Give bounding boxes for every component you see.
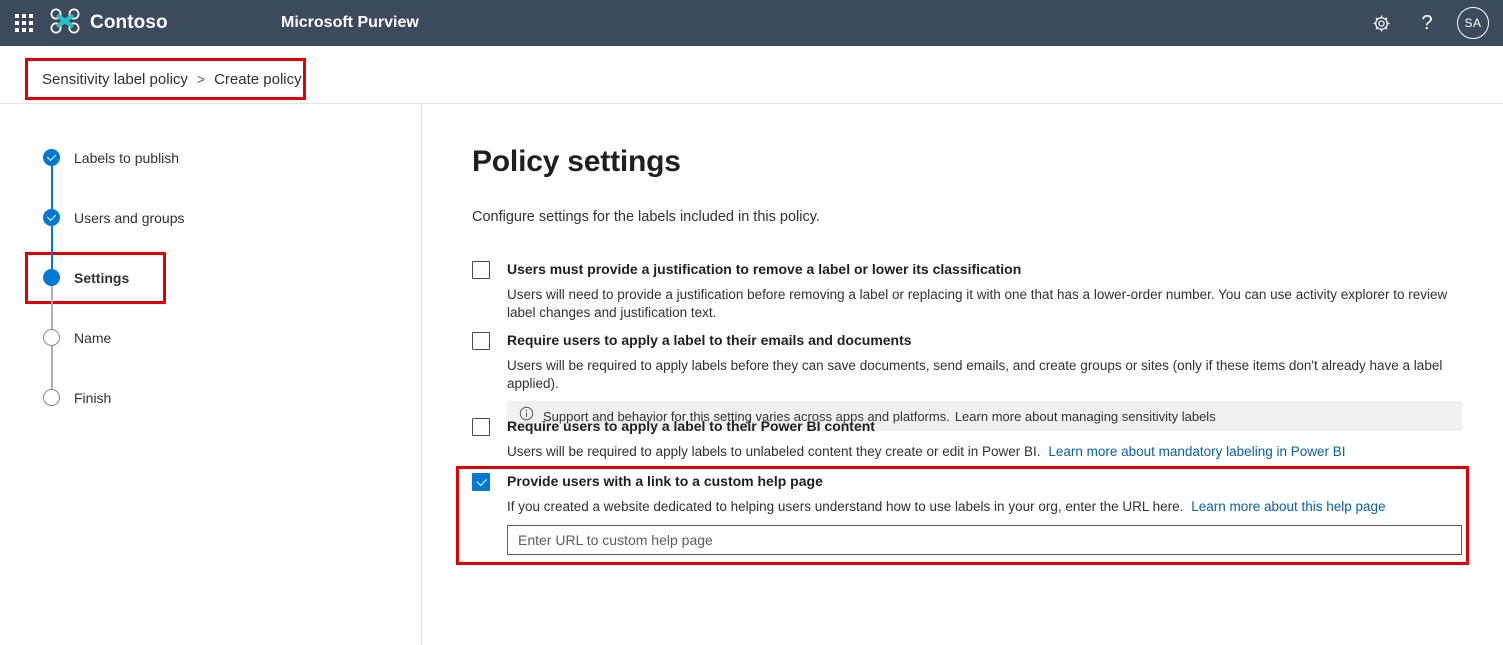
page-title: Policy settings <box>472 145 681 179</box>
setting-require-label-emails-docs: Require users to apply a label to their … <box>472 331 1472 431</box>
breadcrumb-highlight-box: Sensitivity label policy > Create policy <box>25 58 306 100</box>
setting-header: Require users to apply a label to their … <box>472 417 1472 436</box>
sidebar-item-label: Name <box>74 330 111 346</box>
sidebar-item-label: Settings <box>74 270 129 286</box>
setting-require-label-powerbi: Require users to apply a label to their … <box>472 417 1472 461</box>
breadcrumb-row: Sensitivity label policy > Create policy <box>0 46 1503 104</box>
suite-title: Microsoft Purview <box>281 14 419 32</box>
step-status-done-icon <box>43 149 60 166</box>
sidebar-item-users-and-groups[interactable]: Users and groups <box>43 209 185 226</box>
powerbi-learn-more-link[interactable]: Learn more about mandatory labeling in P… <box>1048 444 1345 459</box>
setting-justification: Users must provide a justification to re… <box>472 260 1472 321</box>
checkbox-require-label-emails-docs[interactable] <box>472 332 490 350</box>
sidebar-item-labels-to-publish[interactable]: Labels to publish <box>43 149 179 166</box>
sidebar-item-label: Labels to publish <box>74 150 179 166</box>
checkbox-require-label-powerbi[interactable] <box>472 418 490 436</box>
breadcrumb-item-create-policy: Create policy <box>214 71 302 88</box>
step-status-current-icon <box>43 269 60 286</box>
main-content: Policy settings Configure settings for t… <box>422 105 1503 645</box>
step-status-pending-icon <box>43 329 60 346</box>
setting-header: Provide users with a link to a custom he… <box>472 472 1472 491</box>
suite-bar-actions: ? SA <box>1361 0 1503 46</box>
sidebar-item-label: Users and groups <box>74 210 185 226</box>
suite-bar: Contoso Microsoft Purview ? SA <box>0 0 1503 46</box>
sidebar-item-finish[interactable]: Finish <box>43 389 111 406</box>
help-question-icon[interactable]: ? <box>1407 3 1447 43</box>
page-subtitle: Configure settings for the labels includ… <box>472 209 820 225</box>
setting-description: If you created a website dedicated to he… <box>507 498 1472 516</box>
setting-description: Users will need to provide a justificati… <box>507 286 1472 321</box>
setting-custom-help-page: Provide users with a link to a custom he… <box>472 472 1472 555</box>
contoso-drone-logo-icon <box>50 8 80 39</box>
step-status-done-icon <box>43 209 60 226</box>
wizard-step-nav: Labels to publish Users and groups Setti… <box>0 105 422 645</box>
sidebar-item-label: Finish <box>74 390 111 406</box>
setting-title: Require users to apply a label to their … <box>507 331 912 349</box>
settings-gear-icon[interactable] <box>1361 3 1401 43</box>
setting-title: Users must provide a justification to re… <box>507 260 1021 278</box>
sidebar-item-settings[interactable]: Settings <box>43 269 129 286</box>
setting-description-text: If you created a website dedicated to he… <box>507 499 1183 514</box>
setting-description-text: Users will be required to apply labels t… <box>507 444 1041 459</box>
breadcrumb: Sensitivity label policy > Create policy <box>42 71 302 88</box>
setting-title: Require users to apply a label to their … <box>507 417 875 435</box>
help-page-learn-more-link[interactable]: Learn more about this help page <box>1191 499 1385 514</box>
brand-home-link[interactable]: Contoso <box>50 8 168 39</box>
setting-description: Users will be required to apply labels t… <box>507 443 1472 461</box>
waffle-grid <box>15 14 33 32</box>
setting-header: Require users to apply a label to their … <box>472 331 1472 350</box>
checkbox-justification[interactable] <box>472 261 490 279</box>
setting-title: Provide users with a link to a custom he… <box>507 472 823 490</box>
step-status-pending-icon <box>43 389 60 406</box>
sidebar-item-name[interactable]: Name <box>43 329 111 346</box>
breadcrumb-item-sensitivity-label-policy[interactable]: Sensitivity label policy <box>42 71 188 88</box>
avatar[interactable]: SA <box>1457 7 1489 39</box>
setting-header: Users must provide a justification to re… <box>472 260 1472 279</box>
checkbox-custom-help-page[interactable] <box>472 473 490 491</box>
brand-name: Contoso <box>90 12 168 34</box>
setting-description: Users will be required to apply labels b… <box>507 357 1472 392</box>
app-launcher-waffle-icon[interactable] <box>0 0 48 46</box>
custom-help-page-url-input[interactable] <box>507 525 1462 555</box>
breadcrumb-separator-icon: > <box>197 71 205 87</box>
